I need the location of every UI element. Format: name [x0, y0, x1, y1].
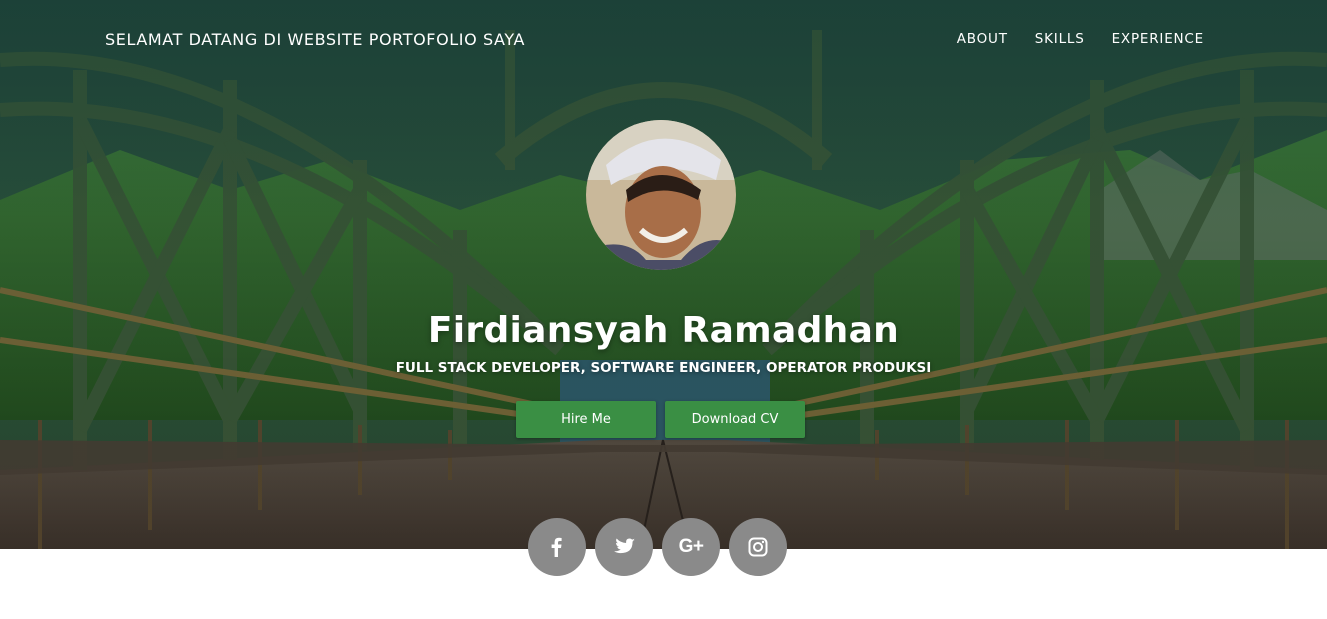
top-navbar: SELAMAT DATANG DI WEBSITE PORTOFOLIO SAY… [0, 0, 1327, 80]
profile-photo [586, 120, 736, 270]
profile-name: Firdiansyah Ramadhan [427, 310, 900, 351]
facebook-link[interactable] [528, 518, 586, 576]
google-plus-link[interactable]: G+ [662, 518, 720, 576]
nav-menu: ABOUT SKILLS EXPERIENCE [957, 31, 1204, 47]
hero-overlay [0, 0, 1327, 549]
twitter-link[interactable] [595, 518, 653, 576]
social-links: G+ [528, 518, 787, 576]
hero-section: SELAMAT DATANG DI WEBSITE PORTOFOLIO SAY… [0, 0, 1327, 549]
hire-me-button[interactable]: Hire Me [516, 401, 656, 438]
nav-item-experience[interactable]: EXPERIENCE [1112, 31, 1204, 47]
facebook-icon [551, 537, 562, 557]
profile-roles: FULL STACK DEVELOPER, SOFTWARE ENGINEER,… [395, 360, 932, 376]
instagram-link[interactable] [729, 518, 787, 576]
nav-item-about[interactable]: ABOUT [957, 31, 1008, 47]
download-cv-button[interactable]: Download CV [665, 401, 805, 438]
twitter-icon [614, 538, 635, 554]
nav-item-skills[interactable]: SKILLS [1035, 31, 1085, 47]
instagram-icon [748, 537, 768, 557]
site-brand[interactable]: SELAMAT DATANG DI WEBSITE PORTOFOLIO SAY… [105, 30, 525, 49]
profile-avatar [586, 120, 736, 270]
google-plus-icon: G+ [678, 536, 704, 557]
